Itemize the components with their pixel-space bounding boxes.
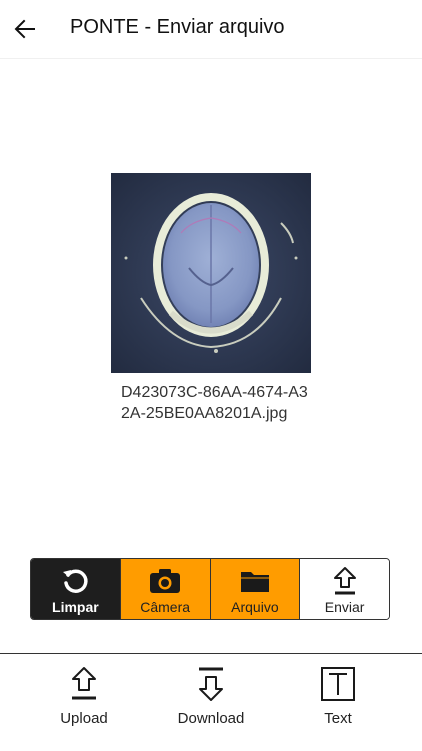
refresh-icon [63, 569, 88, 593]
text-icon [321, 667, 355, 701]
back-button[interactable] [10, 14, 40, 44]
camera-button[interactable]: Câmera [119, 559, 210, 619]
brain-scan-image [111, 173, 311, 373]
download-icon [199, 667, 223, 701]
nav-upload-label: Upload [60, 710, 108, 727]
clear-label: Limpar [52, 599, 99, 615]
camera-icon [150, 569, 181, 593]
action-toolbar: Limpar Câmera Arquivo Enviar [30, 558, 390, 620]
send-button[interactable]: Enviar [299, 559, 389, 619]
bottom-navigation: Upload Download Text [0, 653, 422, 751]
nav-download[interactable]: Download [161, 664, 261, 727]
arrow-left-icon [14, 19, 35, 39]
upload-icon [72, 667, 96, 700]
send-label: Enviar [324, 599, 365, 615]
nav-text[interactable]: Text [288, 664, 388, 727]
camera-label: Câmera [140, 599, 191, 615]
file-name: D423073C-86AA-4674-A32A-25BE0AA8201A.jpg [121, 384, 308, 422]
page-title: PONTE - Enviar arquivo [70, 16, 285, 38]
app-bar: PONTE - Enviar arquivo [0, 0, 422, 59]
nav-download-label: Download [177, 710, 245, 727]
file-button[interactable]: Arquivo [209, 559, 300, 619]
nav-text-label: Text [324, 710, 352, 727]
image-preview [111, 173, 311, 373]
nav-upload[interactable]: Upload [34, 664, 134, 727]
file-label: Arquivo [231, 599, 279, 615]
clear-button[interactable]: Limpar [31, 559, 120, 619]
upload-icon [333, 567, 356, 595]
folder-icon [240, 572, 269, 592]
